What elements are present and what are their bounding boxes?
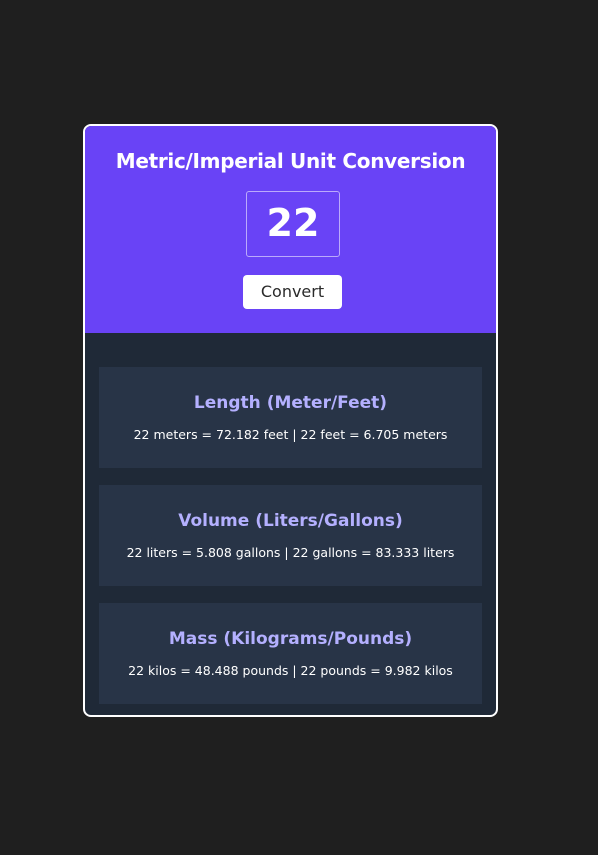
mass-result: Mass (Kilograms/Pounds) 22 kilos = 48.48… [99,603,482,704]
length-result: Length (Meter/Feet) 22 meters = 72.182 f… [99,367,482,468]
converter-card: Metric/Imperial Unit Conversion 22 Conve… [83,124,498,717]
volume-result: Volume (Liters/Gallons) 22 liters = 5.80… [99,485,482,586]
converter-header: Metric/Imperial Unit Conversion 22 Conve… [85,126,496,333]
convert-button[interactable]: Convert [243,275,342,309]
page-title: Metric/Imperial Unit Conversion [115,149,466,173]
results-section: Length (Meter/Feet) 22 meters = 72.182 f… [85,333,496,704]
length-text: 22 meters = 72.182 feet | 22 feet = 6.70… [133,427,448,442]
volume-text: 22 liters = 5.808 gallons | 22 gallons =… [126,545,455,560]
volume-title: Volume (Liters/Gallons) [178,511,403,531]
length-title: Length (Meter/Feet) [193,393,388,413]
value-input[interactable]: 22 [246,191,340,257]
mass-title: Mass (Kilograms/Pounds) [168,629,413,649]
mass-text: 22 kilos = 48.488 pounds | 22 pounds = 9… [128,663,453,678]
